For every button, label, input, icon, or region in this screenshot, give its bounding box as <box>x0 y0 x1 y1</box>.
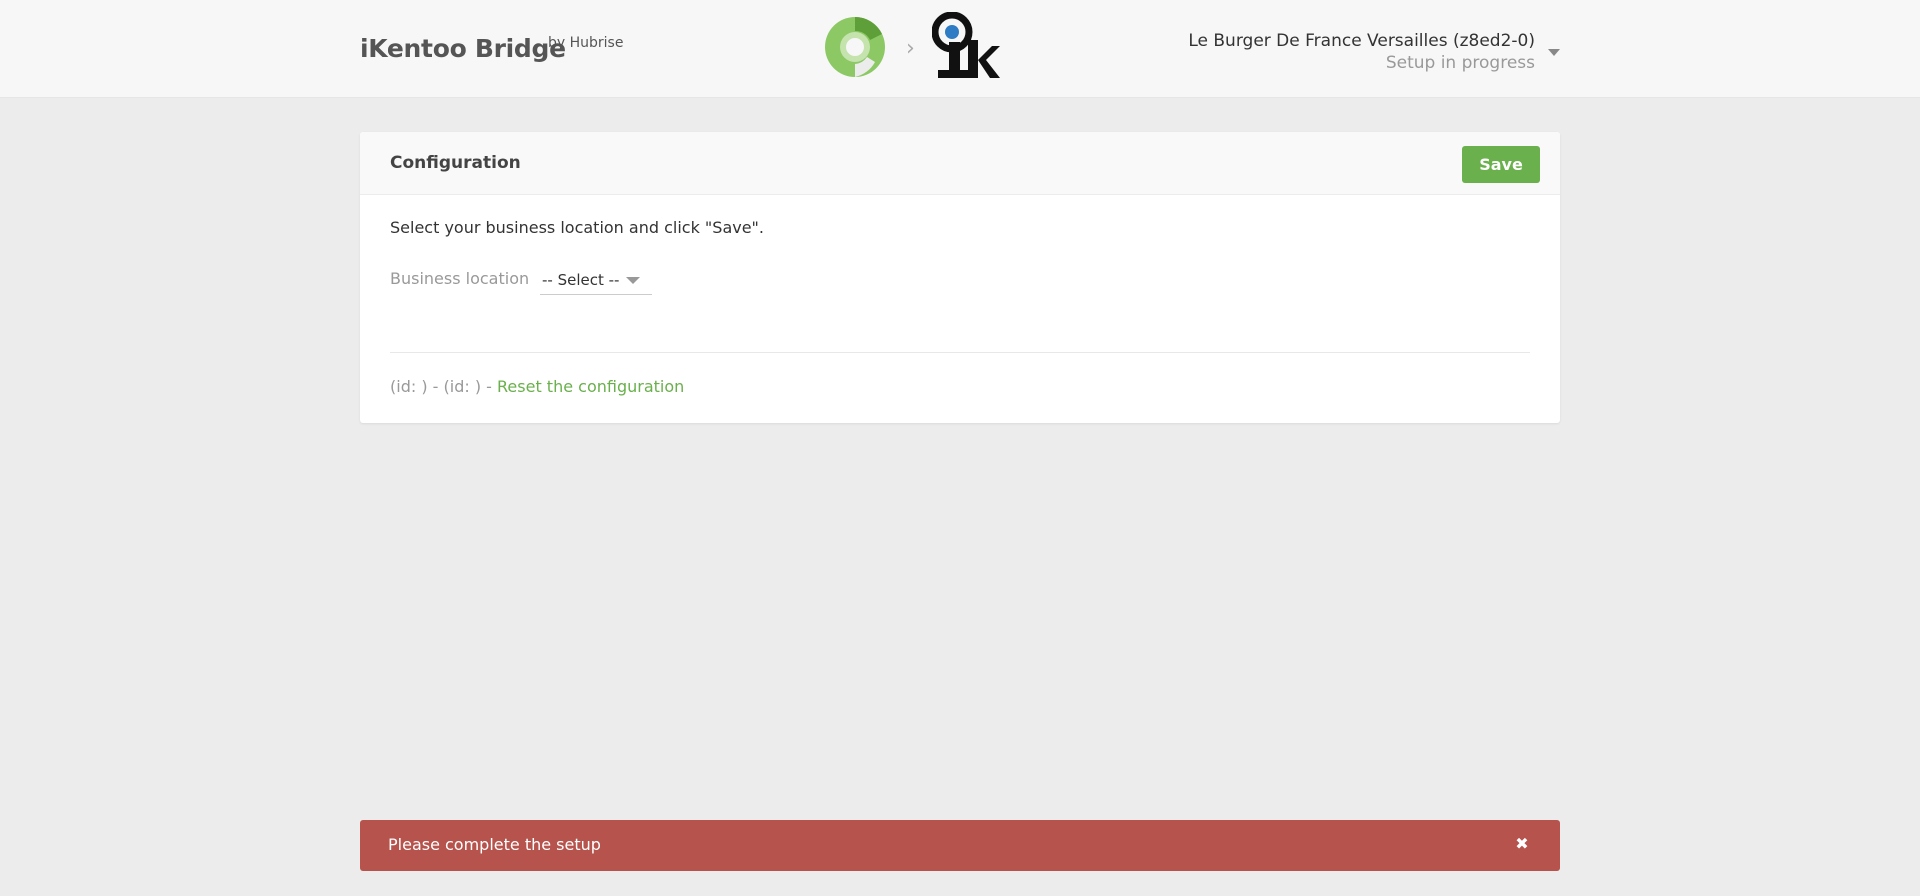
top-header: iKentoo Bridge by Hubrise › Le Burger De… <box>0 0 1920 98</box>
divider <box>390 352 1530 353</box>
config-footer: (id: ) - (id: ) - Reset the configuratio… <box>390 377 684 396</box>
account-dropdown-caret-icon[interactable] <box>1548 49 1560 56</box>
card-title: Configuration <box>390 153 521 173</box>
app-title: iKentoo Bridge <box>360 34 566 63</box>
card-header: Configuration Save <box>360 132 1560 195</box>
save-button[interactable]: Save <box>1462 146 1540 183</box>
hubrise-logo-icon <box>825 17 885 77</box>
close-icon[interactable]: ✖ <box>1512 833 1532 855</box>
configuration-card: Configuration Save Select your business … <box>360 132 1560 423</box>
instructions-text: Select your business location and click … <box>390 218 764 237</box>
reset-configuration-link[interactable]: Reset the configuration <box>497 377 684 396</box>
app-by-label: by Hubrise <box>548 35 624 51</box>
business-location-label: Business location <box>390 269 530 288</box>
config-ids: (id: ) - (id: ) - <box>390 377 498 396</box>
chevron-down-icon <box>626 277 640 284</box>
business-location-select[interactable]: -- Select -- <box>540 266 652 295</box>
account-name: Le Burger De France Versailles (z8ed2-0) <box>1188 31 1535 51</box>
account-switcher[interactable]: Le Burger De France Versailles (z8ed2-0)… <box>1188 30 1535 74</box>
setup-alert: Please complete the setup ✖ <box>360 820 1560 871</box>
alert-text: Please complete the setup <box>388 835 601 854</box>
select-value: -- Select -- <box>542 271 620 289</box>
ikentoo-logo-icon <box>932 12 1000 78</box>
chevron-right-icon: › <box>906 36 915 61</box>
account-status: Setup in progress <box>1385 53 1535 73</box>
